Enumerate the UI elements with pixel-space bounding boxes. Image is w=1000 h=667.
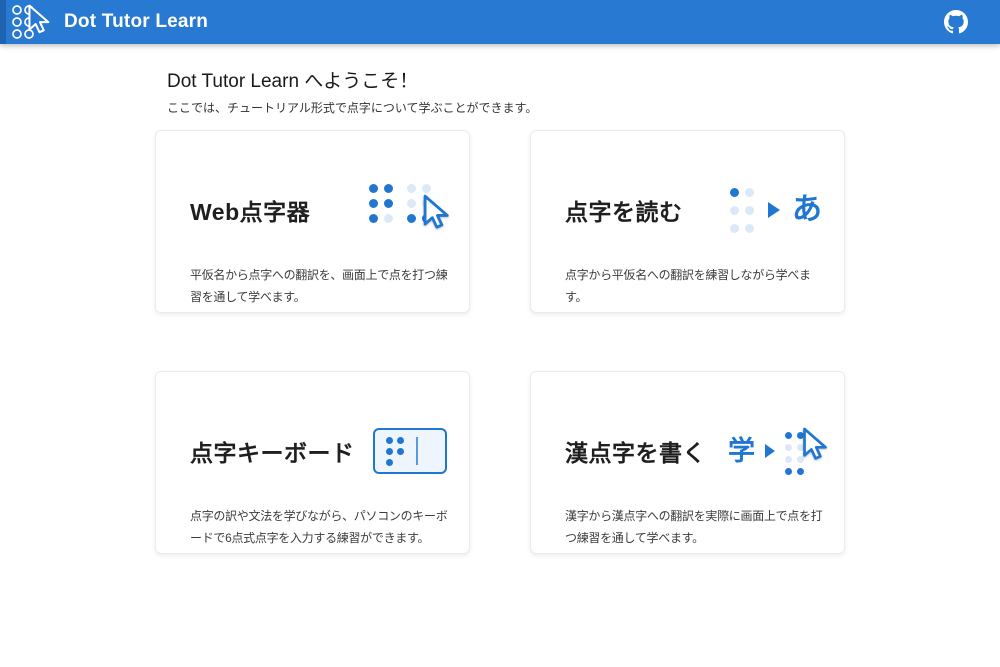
braille-cell — [369, 184, 393, 223]
kanji-gaku-glyph: 学 — [728, 438, 755, 465]
play-arrow-icon — [765, 444, 775, 458]
braille-to-hiragana-icon: あ — [730, 188, 822, 233]
card-title: Web点字器 — [190, 193, 310, 227]
app-header: Dot Tutor Learn — [0, 0, 1000, 44]
card-web-braille-writer[interactable]: Web点字器 平仮名から点字への翻訳を、画面上で点を打つ練習を通して学べます。 — [155, 130, 470, 313]
welcome-section: Dot Tutor Learn へようこそ！ ここでは、チュートリアル形式で点字… — [167, 66, 845, 116]
card-description: 漢字から漢点字への翻訳を実際に画面上で点を打つ練習を通して学べます。 — [565, 506, 830, 549]
braille-input-field-icon — [373, 428, 447, 474]
kanji-to-braille-cursor-icon: 学 — [728, 428, 822, 475]
tutorial-cards-grid: Web点字器 平仮名から点字への翻訳を、画面上で点を打つ練習を通して学べます。 … — [155, 130, 845, 554]
braille-cursor-logo-icon — [10, 3, 52, 41]
page-subtitle: ここでは、チュートリアル形式で点字について学ぶことができます。 — [167, 99, 845, 116]
braille-cell — [386, 437, 404, 466]
app-title: Dot Tutor Learn — [64, 11, 208, 33]
card-write-kanji-braille[interactable]: 漢点字を書く 学 漢字から漢点字への翻訳を実際に画面上で点を打つ練習を通して学べ… — [530, 371, 845, 554]
cursor-arrow-icon — [794, 426, 830, 462]
braille-cell — [730, 188, 754, 233]
card-top-row: 点字キーボード — [190, 412, 455, 490]
braille-writer-cursor-icon — [369, 184, 447, 237]
text-caret-icon — [416, 437, 418, 465]
github-link[interactable] — [944, 9, 970, 35]
card-description: 平仮名から点字への翻訳を、画面上で点を打つ練習を通して学べます。 — [190, 265, 455, 308]
page-title: Dot Tutor Learn へようこそ！ — [167, 66, 845, 93]
hiragana-a-glyph: あ — [792, 195, 822, 225]
card-read-braille[interactable]: 点字を読む あ 点字から平仮名への翻訳を練習しながら学べます。 — [530, 130, 845, 313]
github-icon — [944, 10, 968, 34]
braille-cell-with-cursor — [407, 184, 447, 237]
card-braille-keyboard[interactable]: 点字キーボード 点字の訳や文法を学びながら、パソコンのキーボードで6点式点字を入… — [155, 371, 470, 554]
cursor-arrow-icon — [414, 193, 452, 231]
card-description: 点字の訳や文法を学びながら、パソコンのキーボードで6点式点字を入力する練習ができ… — [190, 506, 455, 549]
card-title: 点字キーボード — [190, 434, 355, 468]
braille-cell-with-cursor — [785, 428, 822, 475]
card-top-row: Web点字器 — [190, 171, 455, 249]
brand-home-link[interactable]: Dot Tutor Learn — [0, 3, 208, 41]
card-title: 点字を読む — [565, 193, 683, 227]
main-content: Dot Tutor Learn へようこそ！ ここでは、チュートリアル形式で点字… — [155, 66, 845, 554]
card-top-row: 漢点字を書く 学 — [565, 412, 830, 490]
play-arrow-icon — [768, 202, 780, 218]
card-title: 漢点字を書く — [565, 434, 706, 468]
card-top-row: 点字を読む あ — [565, 171, 830, 249]
card-description: 点字から平仮名への翻訳を練習しながら学べます。 — [565, 265, 830, 308]
